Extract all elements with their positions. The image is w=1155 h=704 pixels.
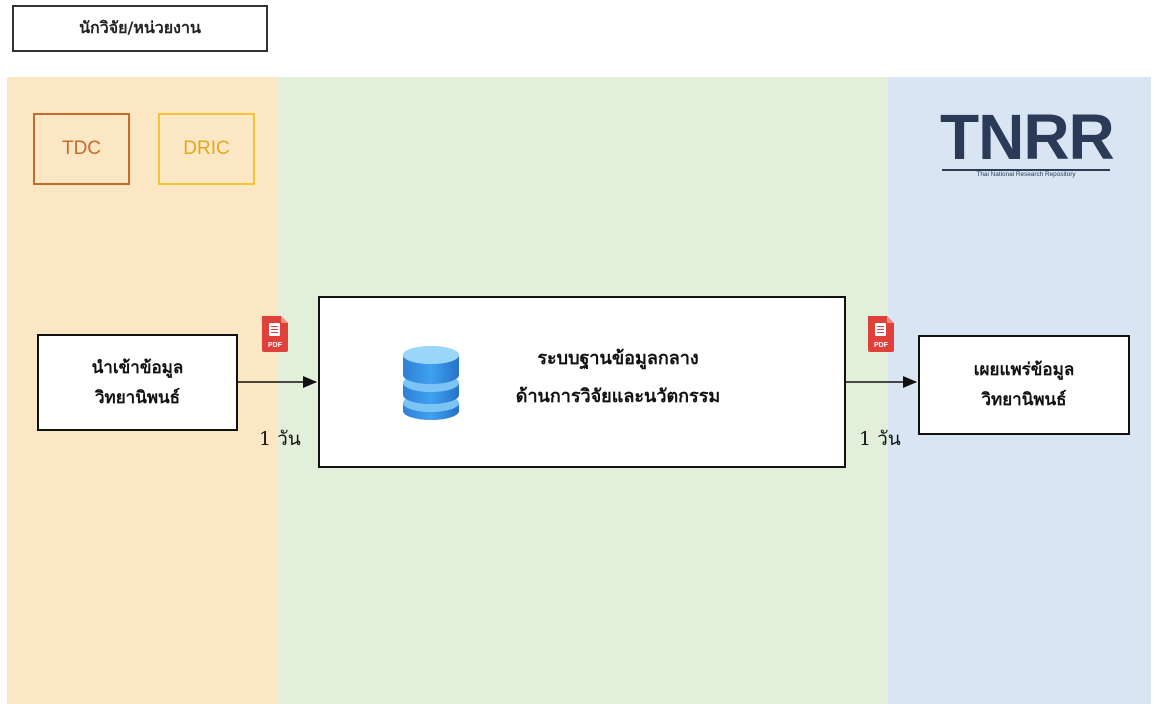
step-central-database: ระบบฐานข้อมูลกลาง ด้านการวิจัยและนวัตกรร… (318, 296, 846, 468)
svg-text:PDF: PDF (874, 342, 889, 349)
step-import-line2: วิทยานิพนธ์ (94, 387, 181, 408)
database-icon (403, 346, 459, 420)
step-import-line1: นำเข้าข้อมูล (91, 357, 184, 378)
tnrr-logo: TNRR (940, 101, 1115, 173)
svg-text:PDF: PDF (268, 342, 283, 349)
pdf-file-icon: PDF (262, 316, 288, 352)
step-import-thesis: นำเข้าข้อมูล วิทยานิพนธ์ (37, 334, 238, 431)
duration-label-first: 1 วัน (259, 428, 301, 450)
org-tdc-box: TDC (33, 113, 130, 185)
step-publish-thesis: เผยแพร่ข้อมูล วิทยานิพนธ์ (918, 335, 1130, 435)
step-publish-line1: เผยแพร่ข้อมูล (973, 360, 1075, 380)
step-central-line2: ด้านการวิจัยและนวัตกรรม (515, 386, 721, 407)
role-label: นักวิจัย/หน่วยงาน (12, 5, 268, 52)
tnrr-logo-tagline: Thai National Research Repository (942, 169, 1110, 179)
step-central-line1: ระบบฐานข้อมูลกลาง (537, 348, 699, 369)
duration-label-second: 1 วัน (859, 428, 901, 450)
step-publish-line2: วิทยานิพนธ์ (981, 390, 1067, 410)
org-dric-box: DRIC (158, 113, 255, 185)
pdf-file-icon: PDF (868, 316, 894, 352)
